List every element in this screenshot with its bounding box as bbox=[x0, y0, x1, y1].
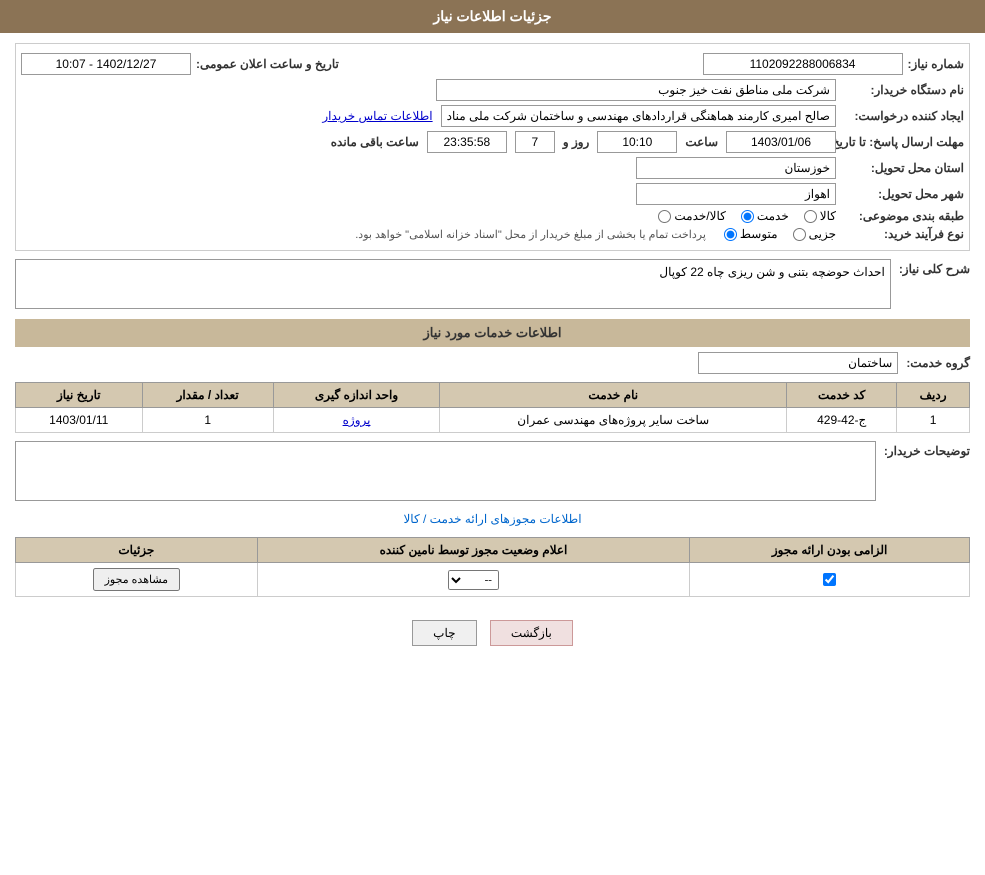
cell-row-1: 1 bbox=[897, 408, 970, 433]
cell-required bbox=[690, 563, 970, 597]
row-need-number: شماره نیاز: 1102092288006834 تاریخ و ساع… bbox=[21, 53, 964, 75]
purchase-type-label: نوع فرآیند خرید: bbox=[844, 227, 964, 241]
buyer-notes-row: توضیحات خریدار: bbox=[15, 441, 970, 501]
radio-motavaset-label: متوسط bbox=[740, 227, 778, 241]
announcement-date-label: تاریخ و ساعت اعلان عمومی: bbox=[196, 57, 339, 71]
table-row: 1 ج-42-429 ساخت سایر پروژه‌های مهندسی عم… bbox=[16, 408, 970, 433]
col-header-name: نام خدمت bbox=[440, 383, 787, 408]
deadline-time: 10:10 bbox=[597, 131, 677, 153]
col-header-code: کد خدمت bbox=[787, 383, 897, 408]
col-header-unit: واحد اندازه گیری bbox=[273, 383, 439, 408]
page-title: جزئیات اطلاعات نیاز bbox=[433, 8, 551, 24]
radio-motavaset-input[interactable] bbox=[724, 228, 737, 241]
services-header: اطلاعات خدمات مورد نیاز bbox=[15, 319, 970, 347]
deadline-label: مهلت ارسال پاسخ: تا تاریخ: bbox=[844, 135, 964, 149]
radio-jozi-label: جزیی bbox=[809, 227, 836, 241]
service-group-value: ساختمان bbox=[698, 352, 898, 374]
buyer-org-value: شرکت ملی مناطق نفت خیز جنوب bbox=[436, 79, 836, 101]
radio-kala: کالا bbox=[804, 209, 836, 223]
col-header-date: تاریخ نیاز bbox=[16, 383, 143, 408]
status-select[interactable]: -- دارم ندارم bbox=[448, 570, 499, 590]
radio-khedmat-input[interactable] bbox=[741, 210, 754, 223]
need-number-label: شماره نیاز: bbox=[908, 57, 964, 71]
need-summary-value: احداث حوضچه بتنی و شن ریزی چاه 22 کوپال bbox=[15, 259, 891, 309]
purchase-type-radio-group: جزیی متوسط bbox=[724, 227, 836, 241]
cell-date-1: 1403/01/11 bbox=[16, 408, 143, 433]
content-area: شماره نیاز: 1102092288006834 تاریخ و ساع… bbox=[0, 33, 985, 671]
view-license-button[interactable]: مشاهده مجوز bbox=[93, 568, 180, 591]
row-deadline: مهلت ارسال پاسخ: تا تاریخ: 1403/01/06 سا… bbox=[21, 131, 964, 153]
col-header-required: الزامی بودن ارائه مجوز bbox=[690, 538, 970, 563]
page-header: جزئیات اطلاعات نیاز bbox=[0, 0, 985, 33]
deadline-day-label: روز و bbox=[563, 135, 590, 149]
cell-quantity-1: 1 bbox=[142, 408, 273, 433]
col-header-quantity: تعداد / مقدار bbox=[142, 383, 273, 408]
cell-unit-1[interactable]: پروژه bbox=[273, 408, 439, 433]
announcement-date-group: تاریخ و ساعت اعلان عمومی: 1402/12/27 - 1… bbox=[21, 53, 339, 75]
deadline-date: 1403/01/06 bbox=[726, 131, 836, 153]
deadline-day-count: 7 bbox=[515, 131, 555, 153]
row-city: شهر محل تحویل: اهواز bbox=[21, 183, 964, 205]
col-header-row: ردیف bbox=[897, 383, 970, 408]
creator-label: ایجاد کننده درخواست: bbox=[844, 109, 964, 123]
radio-khedmat-label: خدمت bbox=[757, 209, 789, 223]
city-value: اهواز bbox=[636, 183, 836, 205]
province-label: استان محل تحویل: bbox=[844, 161, 964, 175]
radio-jozi-input[interactable] bbox=[793, 228, 806, 241]
need-number-value: 1102092288006834 bbox=[703, 53, 903, 75]
licenses-table: الزامی بودن ارائه مجوز اعلام وضعیت مجوز … bbox=[15, 537, 970, 597]
radio-kala-khedmat-label: کالا/خدمت bbox=[674, 209, 725, 223]
back-button[interactable]: بازگشت bbox=[490, 620, 573, 646]
province-value: خوزستان bbox=[636, 157, 836, 179]
announcement-date-value: 1402/12/27 - 10:07 bbox=[21, 53, 191, 75]
col-header-status: اعلام وضعیت مجوز توسط نامین کننده bbox=[257, 538, 690, 563]
need-summary-row: شرح کلی نیاز: احداث حوضچه بتنی و شن ریزی… bbox=[15, 259, 970, 309]
radio-motavaset: متوسط bbox=[724, 227, 778, 241]
buyer-notes-textarea[interactable] bbox=[15, 441, 876, 501]
cell-name-1: ساخت سایر پروژه‌های مهندسی عمران bbox=[440, 408, 787, 433]
cell-details: مشاهده مجوز bbox=[16, 563, 258, 597]
radio-kala-label: کالا bbox=[820, 209, 836, 223]
row-province: استان محل تحویل: خوزستان bbox=[21, 157, 964, 179]
creator-link[interactable]: اطلاعات تماس خریدار bbox=[322, 109, 432, 123]
radio-kala-khedmat-input[interactable] bbox=[658, 210, 671, 223]
row-category: طبقه بندی موضوعی: کالا خدمت کالا/خدمت bbox=[21, 209, 964, 223]
print-button[interactable]: چاپ bbox=[412, 620, 476, 646]
category-radio-group: کالا خدمت کالا/خدمت bbox=[658, 209, 836, 223]
category-label: طبقه بندی موضوعی: bbox=[844, 209, 964, 223]
required-checkbox[interactable] bbox=[823, 573, 836, 586]
services-table: ردیف کد خدمت نام خدمت واحد اندازه گیری ت… bbox=[15, 382, 970, 433]
cell-status: -- دارم ندارم bbox=[257, 563, 690, 597]
main-info-section: شماره نیاز: 1102092288006834 تاریخ و ساع… bbox=[15, 43, 970, 251]
row-purchase-type: نوع فرآیند خرید: جزیی متوسط پرداخت تمام … bbox=[21, 227, 964, 241]
buyer-notes-label: توضیحات خریدار: bbox=[884, 441, 970, 458]
need-number-group: شماره نیاز: 1102092288006834 bbox=[703, 53, 964, 75]
page-wrapper: جزئیات اطلاعات نیاز شماره نیاز: 11020922… bbox=[0, 0, 985, 875]
buyer-org-label: نام دستگاه خریدار: bbox=[844, 83, 964, 97]
row-buyer-org: نام دستگاه خریدار: شرکت ملی مناطق نفت خی… bbox=[21, 79, 964, 101]
license-row: -- دارم ندارم مشاهده مجوز bbox=[16, 563, 970, 597]
city-label: شهر محل تحویل: bbox=[844, 187, 964, 201]
deadline-remaining-time: 23:35:58 bbox=[427, 131, 507, 153]
need-summary-label: شرح کلی نیاز: bbox=[899, 259, 970, 276]
service-group-label: گروه خدمت: bbox=[906, 356, 970, 370]
radio-jozi: جزیی bbox=[793, 227, 836, 241]
deadline-time-label: ساعت bbox=[685, 135, 718, 149]
row-service-group: گروه خدمت: ساختمان bbox=[15, 352, 970, 374]
col-header-details: جزئیات bbox=[16, 538, 258, 563]
radio-khedmat: خدمت bbox=[741, 209, 789, 223]
deadline-remaining-label: ساعت باقی مانده bbox=[331, 135, 419, 149]
radio-kala-input[interactable] bbox=[804, 210, 817, 223]
bottom-buttons: بازگشت چاپ bbox=[15, 605, 970, 661]
licenses-link: اطلاعات مجوزهای ارائه خدمت / کالا bbox=[15, 509, 970, 529]
creator-value: صالح امیری کارمند هماهنگی قراردادهای مهن… bbox=[441, 105, 836, 127]
cell-code-1: ج-42-429 bbox=[787, 408, 897, 433]
licenses-section-title: اطلاعات مجوزهای ارائه خدمت / کالا bbox=[403, 512, 581, 526]
row-creator: ایجاد کننده درخواست: صالح امیری کارمند ه… bbox=[21, 105, 964, 127]
radio-kala-khedmat: کالا/خدمت bbox=[658, 209, 725, 223]
purchase-type-note: پرداخت تمام یا بخشی از مبلغ خریدار از مح… bbox=[355, 228, 706, 241]
